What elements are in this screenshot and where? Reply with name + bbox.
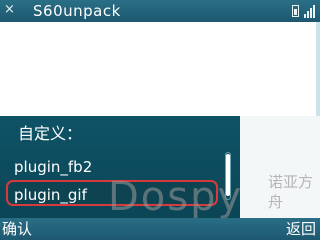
popup-heading: 自定义： [18, 124, 83, 143]
softkey-bar: 确认 返回 [0, 218, 320, 240]
battery-level [294, 9, 297, 15]
confirm-softkey[interactable]: 确认 [2, 218, 32, 240]
main-content-area [0, 22, 320, 116]
title-bar: × S60unpack [0, 0, 320, 22]
back-softkey[interactable]: 返回 [286, 218, 316, 240]
signal-icon [304, 4, 316, 18]
content-scrollbar[interactable] [316, 22, 320, 116]
battery-icon [292, 5, 299, 17]
close-icon[interactable]: × [4, 3, 16, 17]
watermark-cn-text: 诺亚方舟 [268, 173, 314, 211]
app-title: S60unpack [33, 2, 121, 20]
